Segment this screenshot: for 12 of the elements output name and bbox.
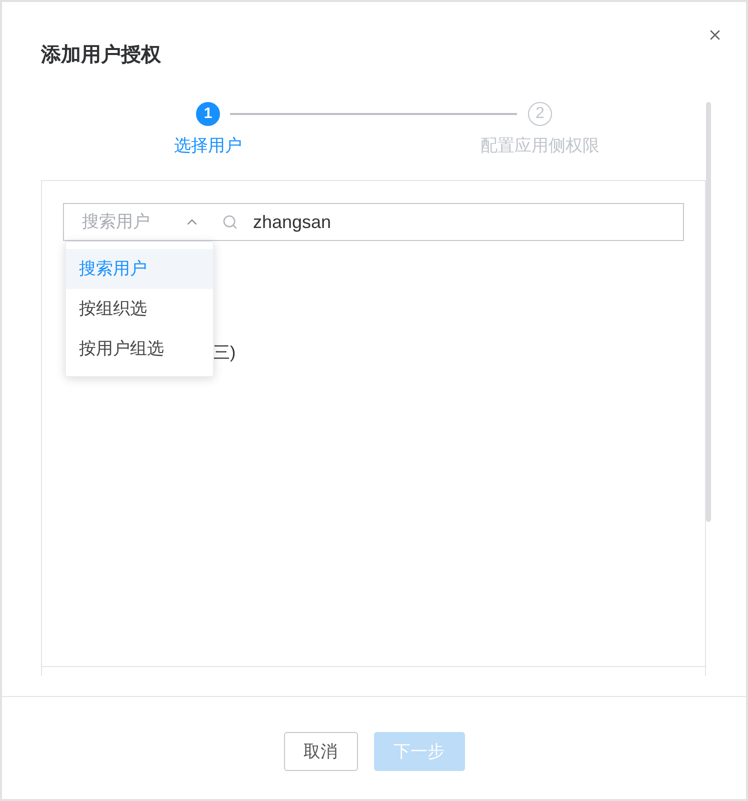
step-label: 配置应用侧权限 <box>480 135 600 157</box>
step-number: 2 <box>528 102 552 126</box>
step-number: 1 <box>196 102 220 126</box>
search-icon <box>222 214 238 230</box>
cancel-button[interactable]: 取消 <box>284 732 358 771</box>
user-list-item[interactable]: 三) <box>213 340 236 366</box>
dropdown-option[interactable]: 按用户组选 <box>66 329 213 369</box>
dropdown-option[interactable]: 按组织选 <box>66 289 213 329</box>
scrollbar[interactable] <box>706 102 711 522</box>
dialog-title: 添加用户授权 <box>41 42 161 68</box>
step-label: 选择用户 <box>173 135 243 157</box>
search-field[interactable]: 搜索用户 zhangsan <box>63 203 684 241</box>
